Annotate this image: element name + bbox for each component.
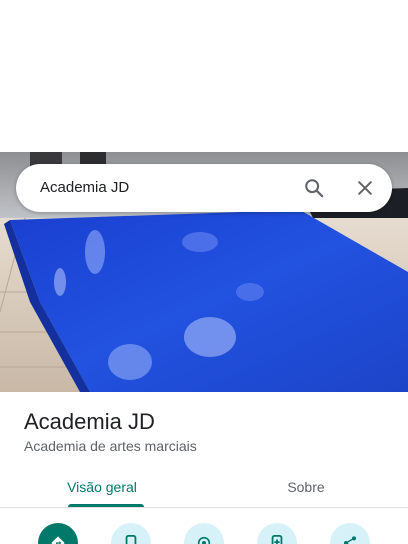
place-tabs: Visão geral Sobre	[0, 466, 408, 508]
location-icon	[196, 535, 212, 544]
tab-about[interactable]: Sobre	[204, 466, 408, 508]
map-area	[0, 0, 408, 152]
location-button[interactable]	[184, 523, 224, 544]
call-button[interactable]	[111, 523, 151, 544]
phone-icon	[124, 535, 138, 544]
place-title: Academia JD	[24, 409, 155, 434]
add-to-phone-icon	[270, 535, 284, 544]
share-icon	[342, 535, 358, 544]
search-input[interactable]: Academia JD	[40, 164, 129, 212]
close-icon[interactable]	[349, 172, 381, 204]
search-bar[interactable]: Academia JD	[16, 164, 392, 212]
place-category: Academia de artes marciais	[24, 438, 197, 454]
action-buttons-row	[0, 520, 408, 544]
tab-overview[interactable]: Visão geral	[0, 466, 204, 508]
search-icon[interactable]	[298, 172, 330, 204]
directions-icon	[50, 535, 66, 544]
share-button[interactable]	[330, 523, 370, 544]
send-to-phone-button[interactable]	[257, 523, 297, 544]
directions-button[interactable]	[38, 523, 78, 544]
tab-selected-indicator	[68, 504, 144, 507]
